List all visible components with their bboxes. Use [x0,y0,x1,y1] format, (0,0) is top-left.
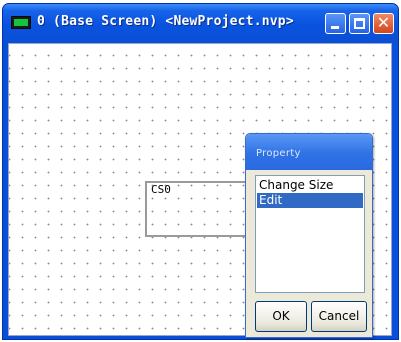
ok-button[interactable]: OK [255,301,307,332]
minimize-icon [331,26,339,29]
list-item-edit[interactable]: Edit [257,193,363,208]
part-label: CS0 [151,183,171,196]
screen-icon [11,16,31,29]
window-titlebar[interactable]: 0 (Base Screen) <NewProject.nvp> ✕ [3,4,398,41]
maximize-button[interactable] [349,13,370,34]
close-button[interactable]: ✕ [373,13,394,34]
property-dialog: Property Change Size Edit OK Cancel [245,133,373,338]
minimize-button[interactable] [325,13,346,34]
window-title: 0 (Base Screen) <NewProject.nvp> [37,14,294,29]
close-icon: ✕ [376,13,391,32]
cancel-button[interactable]: Cancel [311,301,367,332]
dialog-title: Property [256,148,301,159]
dialog-titlebar[interactable]: Property [246,134,372,170]
list-item-change-size[interactable]: Change Size [257,178,363,193]
maximize-icon [354,18,365,29]
part-cs0[interactable]: CS0 [145,181,249,237]
property-list[interactable]: Change Size Edit [255,175,365,293]
